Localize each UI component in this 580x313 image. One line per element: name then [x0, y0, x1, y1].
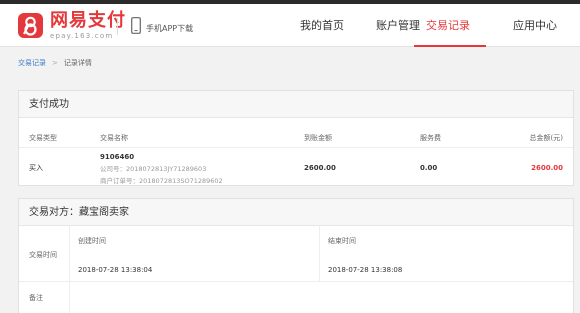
counterparty-card: 交易对方：藏宝阁卖家 交易时间 创建时间 2018-07-28 13:38:04… — [18, 198, 574, 313]
label-column-divider — [69, 226, 70, 313]
netease-pay-logo-icon[interactable] — [18, 13, 43, 38]
brand-domain: epay.163.com — [50, 32, 114, 40]
nav-apps[interactable]: 应用中心 — [513, 18, 557, 33]
col-name-header: 交易名称 — [100, 134, 128, 142]
breadcrumb-current: 记录详情 — [63, 59, 92, 67]
cell-total-amount: 2600.00 — [531, 164, 563, 172]
brand-name[interactable]: 网易支付 — [50, 11, 126, 31]
time-column-divider — [319, 226, 320, 281]
col-type-header: 交易类型 — [29, 134, 57, 142]
logo-glyph-icon — [23, 16, 37, 36]
cell-order-no: 公司号：2018072813JY71289603 — [100, 165, 207, 173]
app-download-link[interactable]: 手机APP下载 — [146, 24, 193, 34]
nav-active-indicator — [414, 45, 486, 47]
site-header: 网易支付 epay.163.com 手机APP下载 我的首页 账户管理 交易记录… — [0, 4, 580, 47]
logo-divider — [117, 18, 118, 35]
breadcrumb: 交易记录 > 记录详情 — [18, 58, 92, 68]
payment-card-header: 支付成功 — [19, 91, 573, 118]
breadcrumb-separator: > — [52, 59, 58, 67]
payment-row-divider — [19, 147, 573, 148]
col-total-header: 总金额(元) — [529, 134, 563, 142]
cell-received-amount: 2600.00 — [304, 164, 336, 172]
col-fee-header: 服务费 — [420, 134, 441, 142]
nav-transactions[interactable]: 交易记录 — [426, 18, 470, 33]
nav-account[interactable]: 账户管理 — [376, 18, 420, 33]
counterparty-card-header: 交易对方：藏宝阁卖家 — [19, 199, 573, 226]
time-row-divider — [19, 281, 573, 282]
ended-time-value: 2018-07-28 13:38:08 — [328, 266, 403, 274]
cell-name: 9106460 — [100, 153, 135, 161]
breadcrumb-transactions-link[interactable]: 交易记录 — [18, 59, 46, 67]
ended-time-label: 结束时间 — [328, 237, 356, 245]
cell-type: 买入 — [29, 164, 43, 172]
nav-home[interactable]: 我的首页 — [300, 18, 344, 33]
mobile-phone-icon[interactable] — [131, 17, 141, 34]
payment-card: 支付成功 交易类型 交易名称 到账金额 服务费 总金额(元) 买入 910646… — [18, 90, 574, 186]
transaction-time-label: 交易时间 — [29, 251, 57, 259]
counterparty-title: 交易对方：藏宝阁卖家 — [29, 207, 129, 218]
cell-merchant-order-no: 商户订单号：2018072813SO71289602 — [100, 177, 223, 185]
note-label: 备注 — [29, 294, 43, 302]
payment-status-title: 支付成功 — [29, 99, 69, 110]
created-time-value: 2018-07-28 13:38:04 — [78, 266, 153, 274]
created-time-label: 创建时间 — [78, 237, 106, 245]
col-received-header: 到账金额 — [304, 134, 332, 142]
cell-fee: 0.00 — [420, 164, 438, 172]
